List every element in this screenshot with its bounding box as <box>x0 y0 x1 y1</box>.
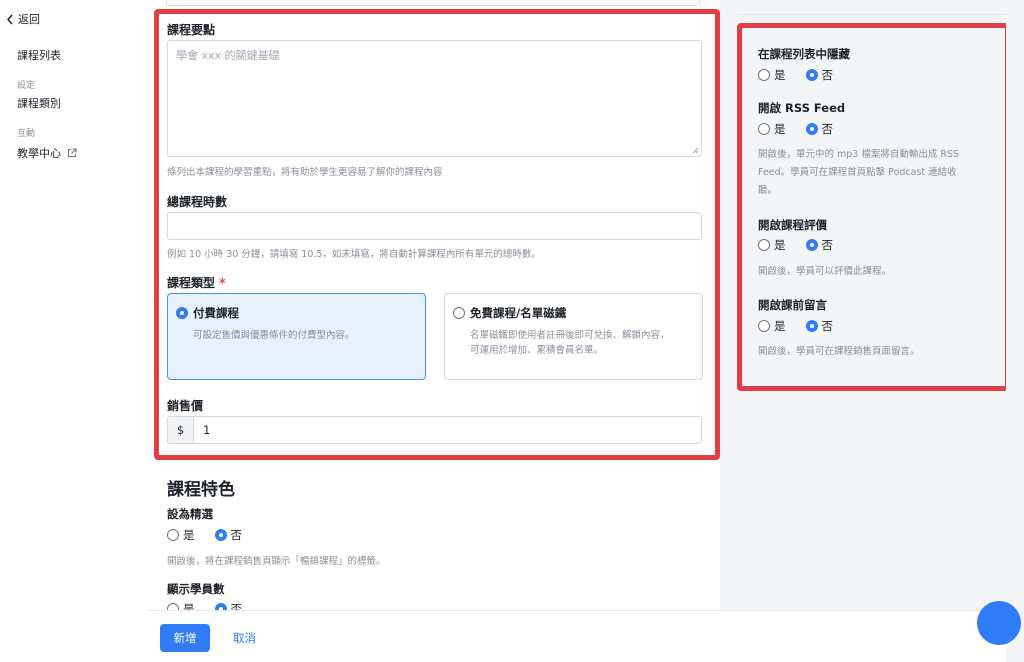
featured-no-label: 否 <box>230 528 243 542</box>
students-no-option[interactable]: 否 <box>214 601 243 610</box>
previous-field-edge <box>166 0 700 6</box>
students-yes-label: 是 <box>183 602 195 610</box>
students-yes-option[interactable]: 是 <box>167 601 195 610</box>
featured-label: 設為精選 <box>167 507 213 521</box>
settings-panel: 在課程列表中隱藏 是 否 開啟 RSS Feed 是 否 開啟後，單元中的 mp… <box>737 0 1010 610</box>
chevron-left-icon <box>6 14 13 24</box>
featured-no-option[interactable]: 否 <box>214 527 243 543</box>
sidebar-item-course-category[interactable]: 課程類別 <box>17 95 61 111</box>
back-link[interactable]: 返回 <box>6 11 40 27</box>
sidebar-item-course-list[interactable]: 課程列表 <box>17 47 61 63</box>
featured-yes-label: 是 <box>183 528 195 542</box>
show-students-label: 顯示學員數 <box>167 582 225 596</box>
show-students-radio-group: 是 否 <box>167 601 262 610</box>
help-chat-button[interactable] <box>977 601 1021 645</box>
featured-no-radio[interactable] <box>214 529 227 541</box>
sidebar: 返回 課程列表 設定 課程類別 互動 教學中心 <box>0 0 148 662</box>
main-form-panel: 課程要點 學會 xxx 的關鍵基礎 條列出本課程的學習重點，將有助於學生更容易了… <box>148 0 720 610</box>
featured-help: 開啟後，將在課程銷售頁顯示「暢銷課程」的標籤。 <box>167 556 386 567</box>
external-link-icon <box>67 148 77 158</box>
right-gutter <box>1006 0 1024 662</box>
sidebar-group-settings: 設定 <box>17 81 36 91</box>
submit-button[interactable]: 新增 <box>160 624 210 652</box>
features-section-title: 課程特色 <box>167 480 235 500</box>
highlight-box-main <box>154 9 720 460</box>
cancel-button[interactable]: 取消 <box>233 630 256 646</box>
featured-radio-group: 是 否 <box>167 527 262 543</box>
sidebar-item-label: 教學中心 <box>17 147 61 160</box>
sidebar-group-interaction: 互動 <box>17 129 36 139</box>
students-yes-radio[interactable] <box>167 603 179 610</box>
back-label: 返回 <box>18 13 40 26</box>
featured-yes-option[interactable]: 是 <box>167 527 195 543</box>
students-no-radio[interactable] <box>214 603 227 610</box>
featured-yes-radio[interactable] <box>167 529 179 541</box>
divider <box>737 14 1007 15</box>
students-no-label: 否 <box>230 602 243 610</box>
footer-bar: 新增 取消 <box>148 610 1006 662</box>
highlight-box-settings <box>737 23 1010 391</box>
sidebar-item-teaching-center[interactable]: 教學中心 <box>17 145 77 161</box>
